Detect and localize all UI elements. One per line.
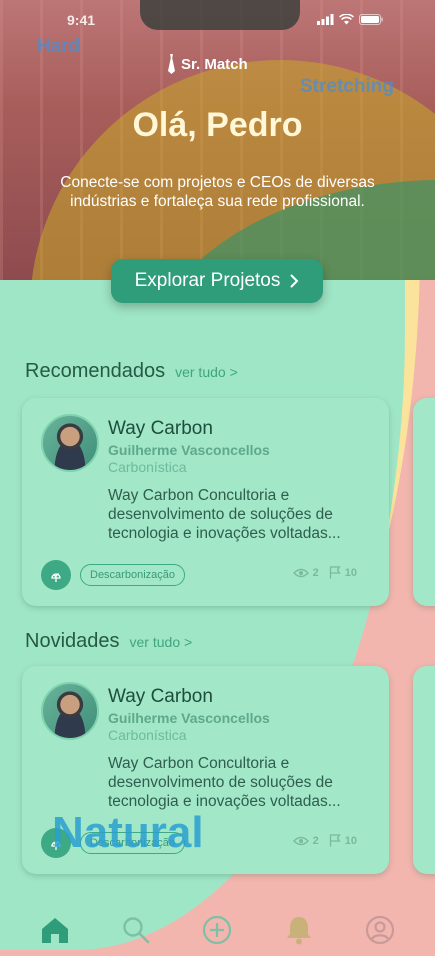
flags-stat: 10 [329,834,357,847]
greeting-title: Olá, Pedro [132,106,303,144]
tree-icon [51,573,61,582]
views-count: 2 [312,834,319,847]
search-icon [123,917,150,944]
battery-icon [359,14,383,25]
add-circle-icon [203,915,232,945]
signal-icon [317,14,334,25]
avatar [41,414,99,472]
see-all-link[interactable]: ver tudo > [175,364,238,380]
intro-text: Conecte-se com projetos e CEOs de divers… [60,174,375,210]
natural-zone-label: Natural [52,808,204,857]
flag-icon [329,834,341,847]
chevron-right-icon [290,274,299,288]
flags-count: 10 [344,566,357,579]
brand-logo: Sr. Match [168,54,248,74]
explore-projects-button[interactable]: Explorar Projetos [111,259,323,303]
project-description: Way Carbon Concultoria e desenvolvimento… [108,487,341,542]
flag-icon [329,566,341,579]
card-stats: 2 10 [292,566,357,579]
flags-stat: 10 [329,566,357,579]
status-time: 9:41 [67,12,96,28]
explore-projects-label: Explorar Projetos [134,270,281,291]
company-name: Way Carbon [108,686,213,707]
project-description: Way Carbon Concultoria e desenvolvimento… [108,755,341,810]
person-role: Carbonística [108,459,187,475]
person-name: Guilherme Vasconcellos [108,710,270,726]
project-card[interactable]: Way Carbon Guilherme Vasconcellos Carbon… [22,398,389,606]
section-title: Novidades [25,630,120,652]
section-title: Recomendados [25,360,166,382]
eye-icon [292,836,309,845]
avatar [41,682,99,740]
views-stat: 2 [292,566,319,579]
brand-name: Sr. Match [181,55,248,73]
tab-add[interactable] [197,910,237,950]
home-icon [41,918,68,943]
tab-profile[interactable] [360,910,400,950]
views-count: 2 [312,566,319,579]
views-stat: 2 [292,834,319,847]
tab-home[interactable] [35,910,75,950]
category-tag[interactable]: Descarbonização [80,564,185,586]
eye-icon [292,568,309,577]
card-stats: 2 10 [292,834,357,847]
tab-search[interactable] [116,910,156,950]
flags-count: 10 [344,834,357,847]
status-bar: 9:41 [0,12,435,32]
bell-icon [286,917,311,945]
category-badge [41,560,71,590]
company-name: Way Carbon [108,418,213,439]
wifi-icon [339,14,354,25]
next-card-peek[interactable] [413,666,435,874]
tab-notifications[interactable] [279,910,319,950]
next-card-peek[interactable] [413,398,435,606]
profile-icon [366,915,395,945]
tie-icon [168,54,175,74]
status-icons [317,14,383,25]
person-name: Guilherme Vasconcellos [108,442,270,458]
hard-zone-label: Hard [37,36,81,57]
person-role: Carbonística [108,727,187,743]
tab-bar [0,905,435,955]
section-news-header: Novidades ver tudo > [25,630,192,653]
see-all-link[interactable]: ver tudo > [130,634,193,650]
section-recommended-header: Recomendados ver tudo > [25,360,238,383]
stretching-zone-label: Stretching [300,76,394,97]
